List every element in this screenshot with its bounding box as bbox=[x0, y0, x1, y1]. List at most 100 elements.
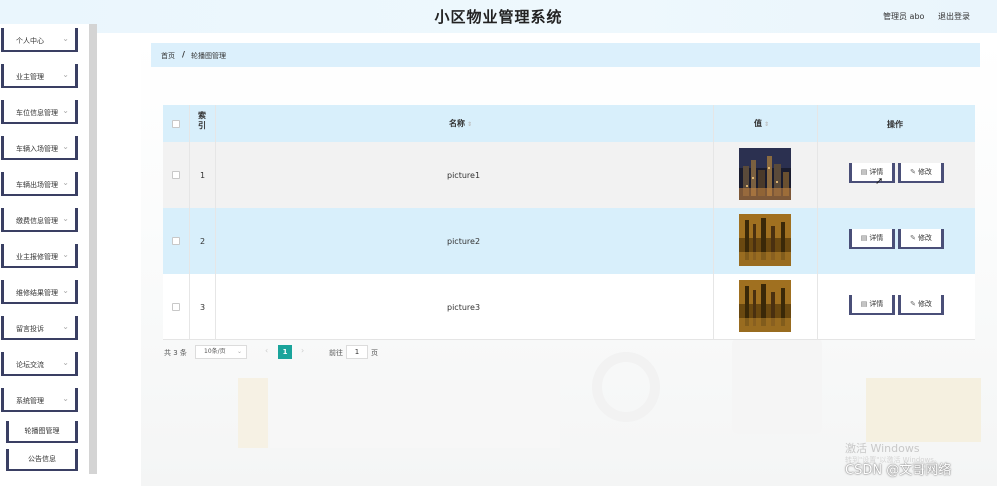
sidebar-item-label: 业主报修管理 bbox=[16, 253, 58, 261]
column-divider bbox=[215, 105, 216, 340]
edit-button-label: 修改 bbox=[917, 168, 932, 176]
chevron-down-icon: ⌄ bbox=[62, 34, 69, 43]
sidebar-item-label: 系统管理 bbox=[16, 397, 44, 405]
sidebar-item-payment-info[interactable]: 缴费信息管理 ⌄ bbox=[1, 208, 78, 232]
header-value-label: 值 bbox=[754, 119, 762, 128]
next-page-button[interactable]: › bbox=[301, 346, 304, 355]
table-row: 3 picture3 ▤ 详情 ✎ 修改 bbox=[163, 274, 975, 340]
sidebar-item-label: 缴费信息管理 bbox=[16, 217, 58, 225]
breadcrumb-home[interactable]: 首页 bbox=[161, 51, 175, 61]
header-index: 索 引 bbox=[198, 111, 206, 130]
detail-button-label: 详情 bbox=[869, 168, 884, 176]
sidebar-item-repair-result[interactable]: 维修结果管理 ⌄ bbox=[1, 280, 78, 304]
goto-label: 前往 bbox=[329, 349, 343, 357]
sidebar-item-label: 业主管理 bbox=[16, 73, 44, 81]
sidebar-subitem-carousel[interactable]: 轮播图管理 bbox=[6, 421, 78, 443]
edit-button[interactable]: ✎ 修改 bbox=[898, 229, 944, 249]
header-action: 操作 bbox=[887, 120, 903, 129]
header-bar: 小区物业管理系统 管理员 abo 退出登录 bbox=[0, 0, 997, 33]
sidebar-item-label: 维修结果管理 bbox=[16, 289, 58, 297]
csdn-watermark: CSDN @文哥网络 bbox=[845, 463, 952, 478]
decorative-block bbox=[238, 378, 268, 448]
detail-button-label: 详情 bbox=[869, 300, 884, 308]
page-title: 小区物业管理系统 bbox=[434, 8, 563, 26]
sidebar-scrollbar[interactable] bbox=[89, 24, 97, 474]
row-index: 1 bbox=[200, 171, 206, 180]
pagination-total: 共 3 条 bbox=[164, 349, 187, 357]
table-row: 1 picture1 ▤ 详情 ✎ 修改 bbox=[163, 142, 975, 208]
table-row: 2 picture2 ▤ 详情 ✎ 修改 bbox=[163, 208, 975, 274]
chevron-down-icon: ⌄ bbox=[62, 322, 69, 331]
chevron-down-icon: ⌄ bbox=[62, 250, 69, 259]
page-number-active[interactable]: 1 bbox=[278, 345, 292, 359]
row-index: 3 bbox=[200, 303, 206, 312]
goto-page-input[interactable]: 1 bbox=[346, 345, 368, 359]
column-divider bbox=[817, 105, 818, 340]
edit-icon: ✎ bbox=[910, 300, 916, 308]
sidebar-item-vehicle-entry[interactable]: 车辆入场管理 ⌄ bbox=[1, 136, 78, 160]
detail-button[interactable]: ▤ 详情 bbox=[849, 229, 895, 249]
sidebar-item-label: 车辆出场管理 bbox=[16, 181, 58, 189]
sidebar-item-system-management[interactable]: 系统管理 ⌄ bbox=[1, 388, 78, 412]
row-checkbox[interactable] bbox=[172, 171, 180, 179]
sidebar-item-label: 车辆入场管理 bbox=[16, 145, 58, 153]
data-table: 索 引 名称 ⇕ 值 ⇕ 操作 1 picture1 ▤ 详情 ✎ 修改 2 pictu… bbox=[163, 105, 975, 340]
chevron-down-icon: ⌄ bbox=[62, 358, 69, 367]
detail-button[interactable]: ▤ 详情 bbox=[849, 295, 895, 315]
mouse-cursor-icon: ➚ bbox=[875, 176, 884, 187]
golden-city-thumbnail bbox=[739, 280, 791, 332]
select-all-checkbox[interactable] bbox=[172, 120, 180, 128]
logout-link[interactable]: 退出登录 bbox=[938, 11, 970, 22]
chevron-down-icon: ⌄ bbox=[62, 70, 69, 79]
windows-activation-text: 激活 Windows bbox=[845, 442, 920, 455]
sidebar-item-label: 个人中心 bbox=[16, 37, 44, 45]
sidebar-item-label: 论坛交流 bbox=[16, 361, 44, 369]
prev-page-button[interactable]: ‹ bbox=[265, 346, 268, 355]
decorative-block bbox=[270, 380, 560, 448]
sidebar-item-parking-space[interactable]: 车位信息管理 ⌄ bbox=[1, 100, 78, 124]
row-name: picture1 bbox=[447, 171, 481, 180]
sidebar-item-complaints[interactable]: 留言投诉 ⌄ bbox=[1, 316, 78, 340]
sidebar-item-owner-management[interactable]: 业主管理 ⌄ bbox=[1, 64, 78, 88]
sidebar-subitem-announcements[interactable]: 公告信息 bbox=[6, 449, 78, 471]
row-checkbox[interactable] bbox=[172, 303, 180, 311]
sidebar-item-vehicle-exit[interactable]: 车辆出场管理 ⌄ bbox=[1, 172, 78, 196]
sort-icon[interactable]: ⇕ bbox=[467, 121, 472, 128]
night-city-thumbnail bbox=[739, 148, 791, 200]
sidebar-item-personal-center[interactable]: 个人中心 ⌄ bbox=[1, 28, 78, 52]
document-icon: ▤ bbox=[860, 300, 868, 308]
document-icon: ▤ bbox=[860, 234, 868, 242]
sidebar-item-forum[interactable]: 论坛交流 ⌄ bbox=[1, 352, 78, 376]
edit-button[interactable]: ✎ 修改 bbox=[898, 163, 944, 183]
detail-button-label: 详情 bbox=[869, 234, 884, 242]
chevron-down-icon: ⌄ bbox=[62, 178, 69, 187]
table-header: 索 引 名称 ⇕ 值 ⇕ 操作 bbox=[163, 105, 975, 142]
page-suffix-label: 页 bbox=[371, 349, 378, 357]
chevron-down-icon: ⌄ bbox=[62, 142, 69, 151]
chevron-down-icon: ⌄ bbox=[62, 286, 69, 295]
breadcrumb: 首页 / 轮播图管理 bbox=[151, 43, 980, 67]
sort-icon[interactable]: ⇕ bbox=[764, 121, 769, 128]
header-name[interactable]: 名称 ⇕ bbox=[449, 118, 472, 129]
row-name: picture3 bbox=[447, 303, 481, 312]
chevron-down-icon: ⌄ bbox=[236, 348, 242, 355]
decorative-ring bbox=[592, 352, 660, 422]
detail-button[interactable]: ▤ 详情 bbox=[849, 163, 895, 183]
sidebar-item-label: 留言投诉 bbox=[16, 325, 44, 333]
edit-button[interactable]: ✎ 修改 bbox=[898, 295, 944, 315]
decorative-block bbox=[866, 378, 981, 442]
row-index: 2 bbox=[200, 237, 206, 246]
document-icon: ▤ bbox=[860, 168, 868, 176]
column-divider bbox=[189, 105, 190, 340]
page-size-select[interactable]: 10条/页 ⌄ bbox=[195, 345, 247, 359]
row-checkbox[interactable] bbox=[172, 237, 180, 245]
header-name-label: 名称 bbox=[449, 119, 465, 128]
breadcrumb-current: 轮播图管理 bbox=[191, 52, 226, 60]
edit-button-label: 修改 bbox=[917, 234, 932, 242]
current-user: 管理员 abo bbox=[883, 12, 925, 21]
page-size-value: 10条/页 bbox=[204, 348, 226, 355]
chevron-down-icon: ⌄ bbox=[62, 394, 69, 403]
sidebar-item-repair-request[interactable]: 业主报修管理 ⌄ bbox=[1, 244, 78, 268]
header-value[interactable]: 值 ⇕ bbox=[754, 118, 769, 129]
chevron-down-icon: ⌄ bbox=[62, 214, 69, 223]
